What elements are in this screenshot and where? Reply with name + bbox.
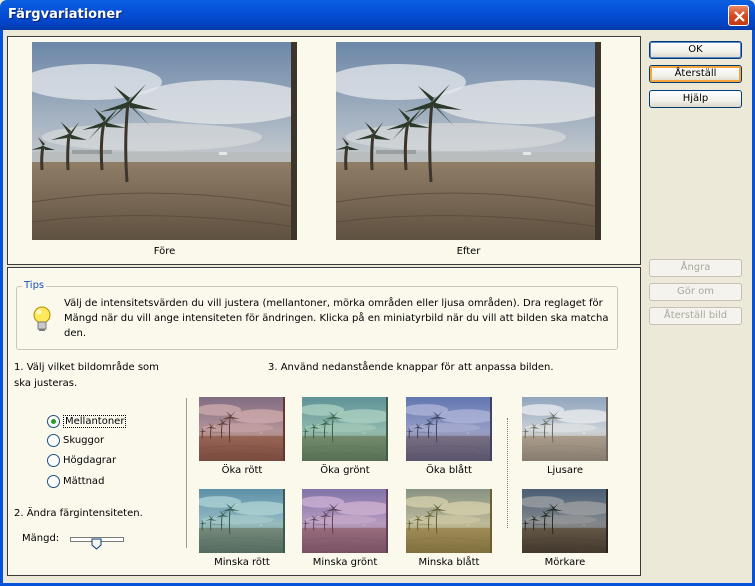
radio-button[interactable] — [47, 474, 60, 488]
radio-label-highlights: Högdagrar — [63, 454, 117, 466]
label-increase-green: Öka grönt — [320, 465, 370, 476]
thumbnail-decrease-green[interactable] — [302, 489, 388, 553]
ok-button[interactable]: OK — [649, 41, 742, 59]
thumbnail-darker[interactable] — [522, 489, 608, 553]
amount-label: Mängd: — [22, 533, 60, 544]
radio-shadows[interactable]: Skuggor — [47, 432, 104, 448]
lightbulb-icon — [33, 306, 51, 331]
thumbnail-increase-blue[interactable] — [406, 397, 492, 461]
label-decrease-green: Minska grönt — [312, 557, 378, 568]
step1-label: 1. Välj vilket bildområde som ska juster… — [14, 362, 159, 389]
label-increase-red: Öka rött — [221, 465, 263, 476]
radio-label-midtones: Mellantoner — [63, 414, 127, 428]
radio-highlights[interactable]: Högdagrar — [47, 452, 116, 468]
label-increase-blue: Öka blått — [426, 465, 472, 476]
radio-label-shadows: Skuggor — [63, 434, 105, 446]
help-button[interactable]: Hjälp — [649, 90, 742, 108]
window-title: Färgvariationer — [8, 7, 122, 22]
radio-midtones[interactable]: Mellantoner — [47, 413, 127, 429]
close-icon — [734, 11, 745, 22]
after-label: Efter — [456, 246, 481, 257]
title-bar: Färgvariationer — [0, 0, 755, 30]
step2-label: 2. Ändra färgintensiteten. — [14, 508, 143, 519]
label-darker: Mörkare — [544, 557, 586, 568]
undo-button[interactable]: Ångra — [649, 259, 742, 277]
radio-saturation[interactable]: Mättnad — [47, 473, 104, 489]
label-lighter: Ljusare — [546, 465, 584, 476]
thumbnail-increase-green[interactable] — [302, 397, 388, 461]
tips-legend: Tips — [22, 280, 47, 291]
before-label: Före — [153, 246, 176, 257]
radio-button-checked[interactable] — [47, 414, 60, 428]
radio-button[interactable] — [47, 453, 60, 467]
thumbnail-lighter[interactable] — [522, 397, 608, 461]
reset-button[interactable]: Återställ — [649, 65, 742, 83]
after-image — [336, 42, 601, 240]
dotted-separator — [507, 418, 508, 528]
before-image — [32, 42, 297, 240]
radio-label-saturation: Mättnad — [63, 475, 105, 487]
thumbnail-decrease-red[interactable] — [199, 489, 285, 553]
label-decrease-red: Minska rött — [214, 557, 270, 568]
close-button[interactable] — [728, 5, 749, 26]
tips-text: Välj de intensitetsvärden du vill juster… — [64, 298, 609, 339]
label-decrease-blue: Minska blått — [418, 557, 480, 568]
redo-button[interactable]: Gör om — [649, 283, 742, 301]
thumbnail-increase-red[interactable] — [199, 397, 285, 461]
radio-button[interactable] — [47, 433, 60, 447]
step3-label: 3. Använd nedanstående knappar för att a… — [268, 362, 554, 373]
amount-slider-thumb[interactable] — [91, 538, 102, 550]
reset-image-button[interactable]: Återställ bild — [649, 307, 742, 325]
thumbnail-decrease-blue[interactable] — [406, 489, 492, 553]
